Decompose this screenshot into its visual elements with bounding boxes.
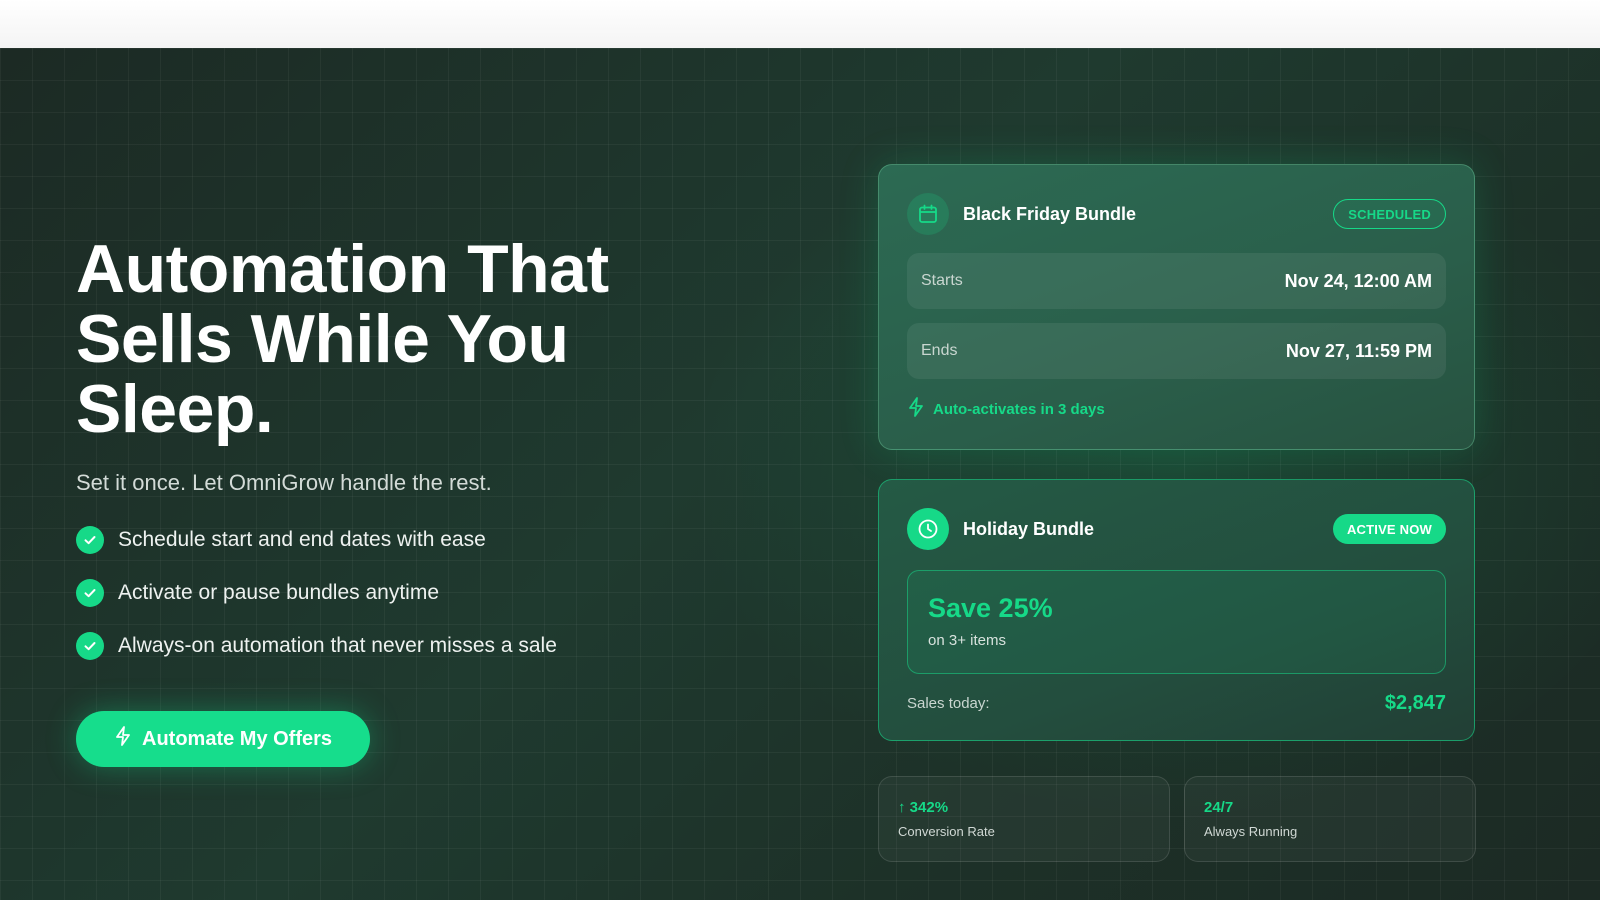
card-header: Black Friday Bundle SCHEDULED [907,193,1446,235]
hero-copy: Automation That Sells While You Sleep. S… [76,234,716,767]
headline-line-3: Sleep. [76,371,274,447]
ends-value: Nov 27, 11:59 PM [1285,340,1432,361]
check-icon [76,579,104,607]
clock-icon [907,508,949,550]
feature-item: Always-on automation that never misses a… [76,632,716,660]
feature-item: Schedule start and end dates with ease [76,526,716,554]
hero-section: Automation That Sells While You Sleep. S… [0,48,1600,900]
holiday-bundle-card[interactable]: Holiday Bundle ACTIVE NOW Save 25% on 3+… [878,479,1475,741]
discount-box: Save 25% on 3+ items [907,570,1446,674]
auto-activate-text: Auto-activates in 3 days [933,400,1105,418]
starts-row: Starts Nov 24, 12:00 AM [907,253,1446,309]
top-bar [0,0,1600,48]
sales-value: $2,847 [1384,691,1446,714]
discount-title: Save 25% [928,593,1053,623]
headline-line-1: Automation That [76,231,609,307]
ends-row: Ends Nov 27, 11:59 PM [907,323,1446,379]
discount-condition: on 3+ items [928,632,1006,649]
lightning-icon [114,726,132,752]
calendar-icon [907,193,949,235]
stat-value: 24/7 [1204,799,1234,816]
stat-value: ↑ 342% [898,799,949,816]
stat-label: Conversion Rate [898,824,995,839]
headline-line-2: Sells While You [76,301,569,377]
sales-today-row: Sales today: $2,847 [907,690,1446,716]
card-title: Holiday Bundle [963,518,1095,539]
cta-label: Automate My Offers [142,727,333,750]
feature-text: Always-on automation that never misses a… [118,634,557,657]
feature-text: Schedule start and end dates with ease [118,528,486,551]
black-friday-bundle-card[interactable]: Black Friday Bundle SCHEDULED Starts Nov… [878,164,1475,450]
starts-value: Nov 24, 12:00 AM [1284,270,1432,291]
status-badge: SCHEDULED [1333,199,1446,229]
lightning-icon [907,397,925,421]
feature-item: Activate or pause bundles anytime [76,579,716,607]
check-icon [76,526,104,554]
stat-card-running: 24/7 Always Running [1184,776,1476,862]
feature-list: Schedule start and end dates with ease A… [76,526,716,660]
feature-text: Activate or pause bundles anytime [118,581,440,604]
sales-label: Sales today: [907,694,990,712]
stat-label: Always Running [1204,824,1298,839]
hero-headline: Automation That Sells While You Sleep. [76,234,716,444]
hero-subline: Set it once. Let OmniGrow handle the res… [76,470,492,495]
auto-activate-note: Auto-activates in 3 days [907,397,1105,421]
starts-label: Starts [921,272,963,289]
stat-card-conversion: ↑ 342% Conversion Rate [878,776,1170,862]
automate-offers-button[interactable]: Automate My Offers [76,711,371,767]
status-badge: ACTIVE NOW [1332,514,1446,544]
check-icon [76,632,104,660]
ends-label: Ends [921,342,958,359]
card-title: Black Friday Bundle [963,203,1137,224]
card-header: Holiday Bundle ACTIVE NOW [907,508,1446,550]
